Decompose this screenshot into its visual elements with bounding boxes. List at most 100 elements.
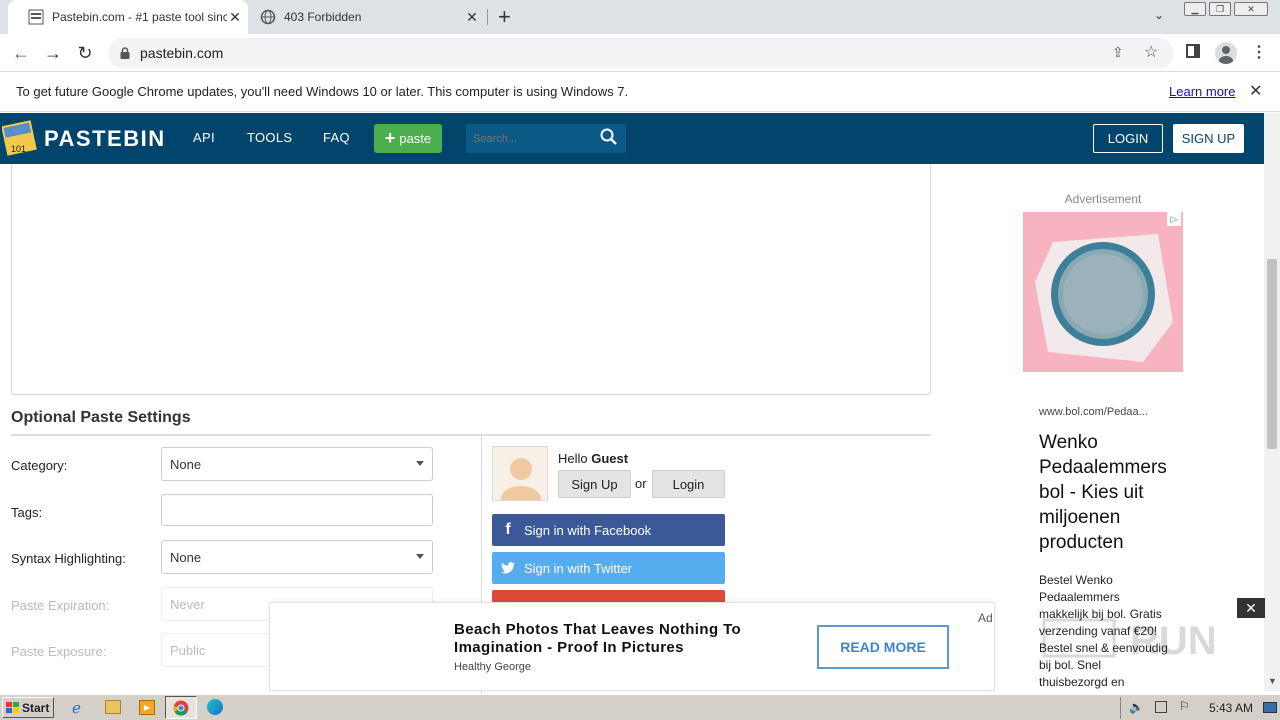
login-button[interactable]: LOGIN	[1093, 124, 1163, 153]
update-infobar: To get future Google Chrome updates, you…	[0, 72, 1280, 112]
tab-search-icon[interactable]: ⌄	[1154, 8, 1164, 22]
facebook-label: Sign in with Facebook	[524, 522, 652, 538]
media-player-icon[interactable]: ▶	[139, 700, 155, 715]
new-tab-button[interactable]: +	[498, 4, 511, 30]
share-icon[interactable]: ⇪	[1112, 44, 1124, 61]
clock-time[interactable]: 5:43 AM	[1209, 701, 1253, 715]
show-desktop-icon[interactable]	[1263, 702, 1277, 713]
chevron-down-icon	[416, 461, 424, 466]
network-icon[interactable]	[1155, 701, 1167, 713]
windows-flag-icon	[6, 701, 20, 714]
flag-icon[interactable]: ⚐	[1179, 699, 1190, 713]
expiration-value: Never	[170, 596, 205, 612]
edge-icon[interactable]	[207, 699, 223, 715]
tab-403[interactable]: 403 Forbidden ✕	[256, 0, 488, 34]
scrollbar-thumb[interactable]	[1267, 259, 1277, 449]
nav-api[interactable]: API	[193, 130, 215, 145]
nav-tools[interactable]: TOOLS	[247, 130, 292, 145]
site-search[interactable]	[466, 124, 626, 153]
pastebin-logo-icon[interactable]: 101	[1, 119, 38, 157]
close-ad-icon[interactable]: ✕	[1237, 598, 1265, 618]
syntax-label: Syntax Highlighting:	[11, 551, 126, 566]
exposure-value: Public	[170, 642, 206, 658]
signup-button[interactable]: SIGN UP	[1173, 124, 1244, 153]
guest-login-button[interactable]: Login	[652, 470, 725, 498]
facebook-icon: f	[505, 521, 511, 538]
tags-input[interactable]	[161, 494, 433, 526]
paste-textarea[interactable]	[11, 164, 931, 395]
category-label: Category:	[11, 458, 68, 473]
guest-name: Guest	[591, 451, 629, 466]
nav-faq[interactable]: FAQ	[323, 130, 350, 145]
new-paste-button[interactable]: + paste	[374, 124, 442, 153]
minimize-icon[interactable]: ▁	[1184, 2, 1206, 16]
ad-url[interactable]: www.bol.com/Pedaa...	[1039, 406, 1148, 418]
twitter-signin-button[interactable]: Sign in with Twitter	[492, 552, 725, 584]
twitter-label: Sign in with Twitter	[524, 560, 633, 576]
bottom-ad-banner[interactable]: Beach Photos That Leaves Nothing To Imag…	[269, 602, 995, 691]
category-select[interactable]: None	[161, 447, 433, 481]
restore-icon[interactable]: ❐	[1209, 2, 1231, 16]
tab-divider	[487, 9, 488, 25]
menu-kebab-icon[interactable]: ⋮	[1251, 42, 1267, 62]
facebook-signin-button[interactable]: f Sign in with Facebook	[492, 514, 725, 546]
start-label: Start	[22, 700, 50, 715]
close-tab-icon[interactable]: ✕	[227, 9, 243, 26]
settings-divider	[11, 434, 931, 436]
address-bar[interactable]: pastebin.com ⇪ ☆	[108, 38, 1174, 68]
settings-heading: Optional Paste Settings	[11, 409, 191, 426]
watermark-logo: RUN	[1040, 606, 1240, 670]
tab-title: Pastebin.com - #1 paste tool since 2002!	[52, 10, 227, 24]
paste-button-label: paste	[399, 131, 432, 146]
plus-icon: +	[384, 128, 396, 148]
back-icon[interactable]: ←	[8, 40, 34, 66]
url-text: pastebin.com	[140, 45, 224, 61]
close-tab-icon[interactable]: ✕	[464, 9, 480, 26]
site-logo-text[interactable]: PASTEBIN	[44, 126, 166, 152]
chrome-icon	[173, 700, 189, 715]
advertisement-label: Advertisement	[1064, 192, 1142, 206]
expiration-label: Paste Expiration:	[11, 598, 110, 613]
bottom-ad-source: Healthy George	[454, 661, 532, 673]
forward-icon[interactable]: →	[40, 40, 66, 66]
tab-pastebin[interactable]: Pastebin.com - #1 paste tool since 2002!…	[8, 0, 248, 34]
reload-icon[interactable]: ↻	[72, 40, 98, 66]
syntax-select[interactable]: None	[161, 540, 433, 574]
close-window-icon[interactable]: ✕	[1234, 2, 1268, 16]
google-signin-button[interactable]	[492, 590, 725, 602]
search-input[interactable]	[466, 124, 596, 153]
exposure-label: Paste Exposure:	[11, 644, 107, 659]
tab-strip: Pastebin.com - #1 paste tool since 2002!…	[0, 0, 1280, 34]
ad-headline[interactable]: Wenko Pedaalemmers bol - Kies uit miljoe…	[1039, 430, 1179, 555]
hello-text: Hello	[558, 451, 588, 466]
lock-icon	[120, 47, 134, 59]
svg-text:101: 101	[11, 144, 26, 154]
tab-title: 403 Forbidden	[284, 10, 362, 24]
close-infobar-icon[interactable]: ✕	[1249, 81, 1262, 101]
ad-tag: Ad	[978, 611, 993, 625]
browser-toolbar: ← → ↻ pastebin.com ⇪ ☆ ⋮	[0, 34, 1280, 72]
category-value: None	[170, 456, 202, 472]
side-panel-icon[interactable]	[1186, 44, 1200, 58]
svg-text:RUN: RUN	[1130, 619, 1217, 663]
scroll-down-icon[interactable]: ▼	[1268, 676, 1277, 686]
bottom-ad-title[interactable]: Beach Photos That Leaves Nothing To Imag…	[454, 621, 764, 657]
adchoices-icon[interactable]: ▷	[1167, 212, 1181, 226]
guest-avatar	[492, 446, 548, 501]
guest-signup-button[interactable]: Sign Up	[558, 470, 631, 498]
page-scrollbar[interactable]: ▼	[1264, 113, 1280, 691]
ad-image[interactable]: ▷	[1023, 212, 1183, 372]
chrome-taskbar-button[interactable]	[165, 696, 197, 719]
learn-more-link[interactable]: Learn more	[1169, 84, 1235, 99]
bookmark-star-icon[interactable]: ☆	[1144, 42, 1158, 62]
hello-guest: Hello Guest	[558, 451, 628, 466]
or-text: or	[635, 476, 647, 491]
start-button[interactable]: Start	[2, 697, 54, 718]
volume-icon[interactable]: 🔈	[1129, 700, 1144, 714]
read-more-button[interactable]: READ MORE	[817, 625, 949, 669]
ie-icon[interactable]: ℯ	[72, 699, 81, 717]
profile-icon[interactable]	[1215, 42, 1237, 64]
explorer-folder-icon[interactable]	[105, 700, 121, 714]
infobar-message: To get future Google Chrome updates, you…	[16, 84, 629, 99]
search-icon[interactable]	[600, 128, 618, 151]
